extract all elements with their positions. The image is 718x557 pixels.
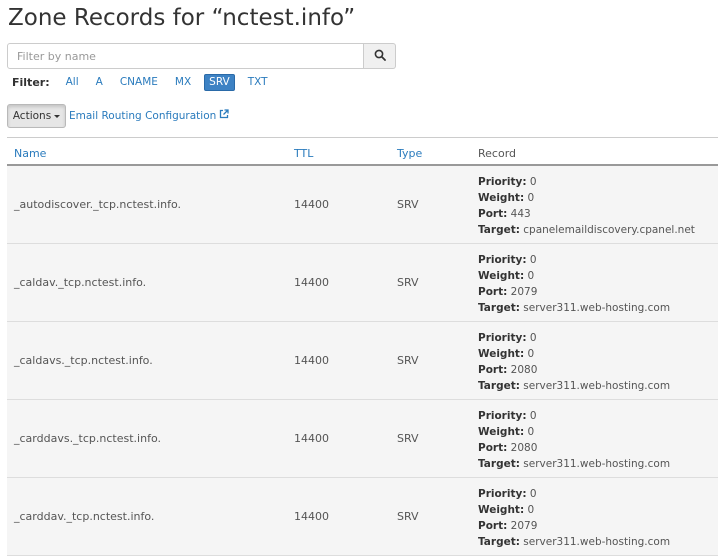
search-icon xyxy=(374,49,386,64)
priority-value: 0 xyxy=(529,488,537,500)
target-value: server311.web-hosting.com xyxy=(523,536,671,548)
record-ttl: 14400 xyxy=(294,510,329,523)
weight-value: 0 xyxy=(527,504,535,516)
port-value: 2079 xyxy=(510,286,538,298)
table-header: Name TTL Type Record xyxy=(7,137,718,166)
record-ttl: 14400 xyxy=(294,432,329,445)
port-label: Port: xyxy=(478,208,508,220)
weight-label: Weight: xyxy=(478,192,525,204)
record-name: _autodiscover._tcp.nctest.info. xyxy=(14,198,182,211)
table-row[interactable]: _autodiscover._tcp.nctest.info. 14400 SR… xyxy=(7,166,718,244)
filter-all[interactable]: All xyxy=(62,74,83,91)
priority-value: 0 xyxy=(529,410,537,422)
filter-label: Filter: xyxy=(12,76,50,89)
actions-dropdown-button[interactable]: Actions xyxy=(7,104,66,128)
filter-srv[interactable]: SRV xyxy=(204,74,235,91)
record-name: _caldav._tcp.nctest.info. xyxy=(14,276,147,289)
weight-label: Weight: xyxy=(478,504,525,516)
caret-down-icon xyxy=(54,114,61,118)
column-name-sort[interactable]: Name xyxy=(14,147,46,160)
search-group xyxy=(7,43,396,69)
filter-a[interactable]: A xyxy=(92,74,107,91)
record-details: Priority: 0 Weight: 0 Port: 443 Target: … xyxy=(478,174,695,238)
record-ttl: 14400 xyxy=(294,354,329,367)
port-label: Port: xyxy=(478,520,508,532)
email-routing-label: Email Routing Configuration xyxy=(69,109,217,122)
table-row[interactable]: _caldavs._tcp.nctest.info. 14400 SRV Pri… xyxy=(7,322,718,400)
filter-bar: Filter: All A CNAME MX SRV TXT xyxy=(12,74,281,91)
priority-label: Priority: xyxy=(478,332,527,344)
weight-value: 0 xyxy=(527,270,535,282)
table-row[interactable]: _caldav._tcp.nctest.info. 14400 SRV Prio… xyxy=(7,244,718,322)
column-type-sort[interactable]: Type xyxy=(397,147,422,160)
filter-txt[interactable]: TXT xyxy=(244,74,272,91)
record-type: SRV xyxy=(397,510,419,523)
record-type: SRV xyxy=(397,276,419,289)
record-ttl: 14400 xyxy=(294,276,329,289)
weight-label: Weight: xyxy=(478,270,525,282)
search-input[interactable] xyxy=(7,43,364,69)
weight-label: Weight: xyxy=(478,426,525,438)
page-title: Zone Records for “nctest.info” xyxy=(8,5,356,31)
target-label: Target: xyxy=(478,458,520,470)
record-name: _carddav._tcp.nctest.info. xyxy=(14,510,155,523)
record-type: SRV xyxy=(397,432,419,445)
priority-value: 0 xyxy=(529,254,537,266)
port-label: Port: xyxy=(478,364,508,376)
table-row[interactable]: _carddav._tcp.nctest.info. 14400 SRV Pri… xyxy=(7,478,718,556)
target-value: server311.web-hosting.com xyxy=(523,380,671,392)
weight-label: Weight: xyxy=(478,348,525,360)
target-label: Target: xyxy=(478,536,520,548)
record-type: SRV xyxy=(397,198,419,211)
record-type: SRV xyxy=(397,354,419,367)
target-label: Target: xyxy=(478,224,520,236)
record-ttl: 14400 xyxy=(294,198,329,211)
external-link-icon xyxy=(216,109,229,122)
zone-records-page: Zone Records for “nctest.info” Filter: A… xyxy=(0,0,718,557)
priority-value: 0 xyxy=(529,176,537,188)
column-record: Record xyxy=(478,147,517,160)
port-value: 2080 xyxy=(510,442,538,454)
record-details: Priority: 0 Weight: 0 Port: 2080 Target:… xyxy=(478,408,670,472)
target-label: Target: xyxy=(478,302,520,314)
port-value: 2079 xyxy=(510,520,538,532)
port-label: Port: xyxy=(478,286,508,298)
priority-value: 0 xyxy=(529,332,537,344)
port-label: Port: xyxy=(478,442,508,454)
port-value: 443 xyxy=(510,208,531,220)
filter-cname[interactable]: CNAME xyxy=(116,74,162,91)
actions-label: Actions xyxy=(12,110,52,122)
target-value: cpanelemaildiscovery.cpanel.net xyxy=(523,224,695,236)
priority-label: Priority: xyxy=(478,254,527,266)
priority-label: Priority: xyxy=(478,410,527,422)
target-value: server311.web-hosting.com xyxy=(523,302,671,314)
record-details: Priority: 0 Weight: 0 Port: 2079 Target:… xyxy=(478,252,670,316)
port-value: 2080 xyxy=(510,364,538,376)
record-name: _carddavs._tcp.nctest.info. xyxy=(14,432,161,445)
priority-label: Priority: xyxy=(478,488,527,500)
weight-value: 0 xyxy=(527,348,535,360)
record-details: Priority: 0 Weight: 0 Port: 2080 Target:… xyxy=(478,330,670,394)
search-button[interactable] xyxy=(364,43,396,69)
target-label: Target: xyxy=(478,380,520,392)
weight-value: 0 xyxy=(527,426,535,438)
column-ttl-sort[interactable]: TTL xyxy=(294,147,313,160)
priority-label: Priority: xyxy=(478,176,527,188)
weight-value: 0 xyxy=(527,192,535,204)
record-name: _caldavs._tcp.nctest.info. xyxy=(14,354,153,367)
zone-records-table: Name TTL Type Record _autodiscover._tcp.… xyxy=(7,137,718,556)
target-value: server311.web-hosting.com xyxy=(523,458,671,470)
filter-mx[interactable]: MX xyxy=(171,74,195,91)
email-routing-link[interactable]: Email Routing Configuration xyxy=(69,109,229,122)
table-row[interactable]: _carddavs._tcp.nctest.info. 14400 SRV Pr… xyxy=(7,400,718,478)
record-details: Priority: 0 Weight: 0 Port: 2079 Target:… xyxy=(478,486,670,550)
